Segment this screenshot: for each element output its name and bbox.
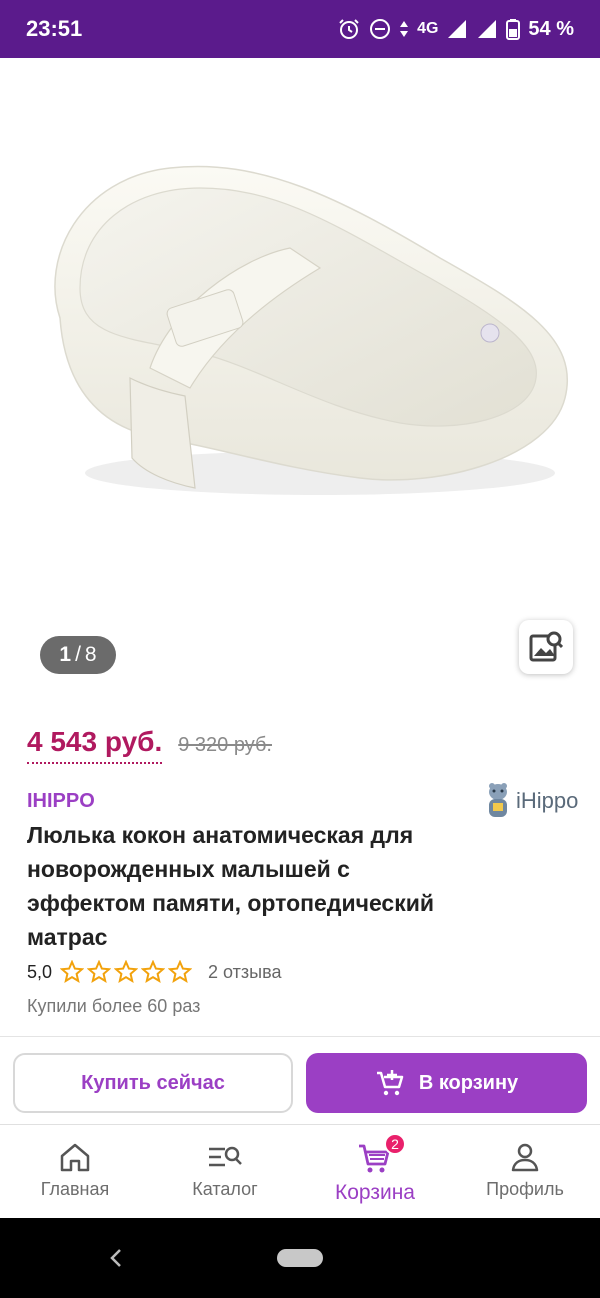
nav-label-profile: Профиль [486, 1179, 564, 1199]
image-counter-total: 8 [84, 643, 97, 666]
add-to-cart-button[interactable]: В корзину [306, 1053, 587, 1113]
signal-icon-2 [478, 20, 497, 38]
nav-item-catalog[interactable]: Каталог [150, 1125, 300, 1218]
old-price: 9 320 руб. [178, 734, 272, 756]
image-counter: 1 / 8 [40, 636, 116, 674]
brand-logo[interactable]: iHippo [484, 782, 578, 820]
home-icon [60, 1143, 90, 1172]
brand-link[interactable]: IHIPPO [27, 790, 95, 813]
add-to-cart-icon [376, 1070, 404, 1096]
bottom-nav: Главная Каталог 2 Корзина Профиль [0, 1124, 600, 1218]
battery-level: 54 % [528, 17, 574, 40]
nav-label-catalog: Каталог [192, 1179, 258, 1199]
signal-icon [448, 20, 467, 38]
catalog-search-icon [209, 1146, 242, 1167]
purchase-count: Купили более 60 раз [27, 996, 201, 1016]
hippo-logo-icon [489, 783, 507, 817]
image-counter-current: 1 [59, 643, 72, 666]
dnd-icon [370, 19, 391, 39]
data-arrows-icon [400, 21, 409, 37]
action-bar: Купить сейчас В корзину [0, 1036, 600, 1124]
star-icon [60, 960, 85, 983]
product-gallery[interactable]: 1 / 8 [0, 58, 600, 698]
star-icon [114, 960, 139, 983]
nav-label-cart: Корзина [335, 1181, 415, 1204]
status-time: 23:51 [26, 16, 83, 41]
star-icon [141, 960, 166, 983]
image-counter-separator: / [75, 643, 81, 666]
network-type: 4G [417, 20, 439, 37]
nav-item-cart[interactable]: 2 Корзина [300, 1125, 450, 1218]
add-to-cart-label: В корзину [418, 1071, 519, 1094]
rating-row[interactable]: 5,0 2 отзыва [27, 960, 281, 984]
image-search-button[interactable] [519, 620, 573, 674]
current-price[interactable]: 4 543 руб. [27, 726, 163, 764]
buy-now-button[interactable]: Купить сейчас [13, 1053, 293, 1113]
price-row: 4 543 руб. 9 320 руб. [27, 726, 272, 764]
status-icons: 4G 54 % [337, 17, 574, 41]
home-gesture-pill[interactable] [277, 1249, 323, 1267]
nav-item-home[interactable]: Главная [0, 1125, 150, 1218]
back-icon[interactable] [108, 1246, 124, 1270]
profile-icon [511, 1143, 539, 1172]
nav-item-profile[interactable]: Профиль [450, 1125, 600, 1218]
reviews-count[interactable]: 2 отзыва [208, 962, 281, 983]
mattress-cocoon-image[interactable] [20, 138, 590, 568]
star-icon [168, 960, 193, 983]
star-icon [87, 960, 112, 983]
cart-badge: 2 [384, 1133, 406, 1155]
rating-value: 5,0 [27, 961, 53, 982]
status-bar: 23:51 4G 54 % [0, 0, 600, 58]
product-title: Люлька кокон анатомическая для новорожде… [27, 822, 435, 950]
battery-icon [506, 19, 521, 40]
nav-label-home: Главная [40, 1179, 110, 1199]
alarm-icon [339, 19, 359, 39]
system-nav-bar [0, 1218, 600, 1298]
image-search-icon [529, 631, 563, 662]
rating-stars [60, 960, 193, 984]
brand-logo-text: iHippo [516, 788, 579, 813]
